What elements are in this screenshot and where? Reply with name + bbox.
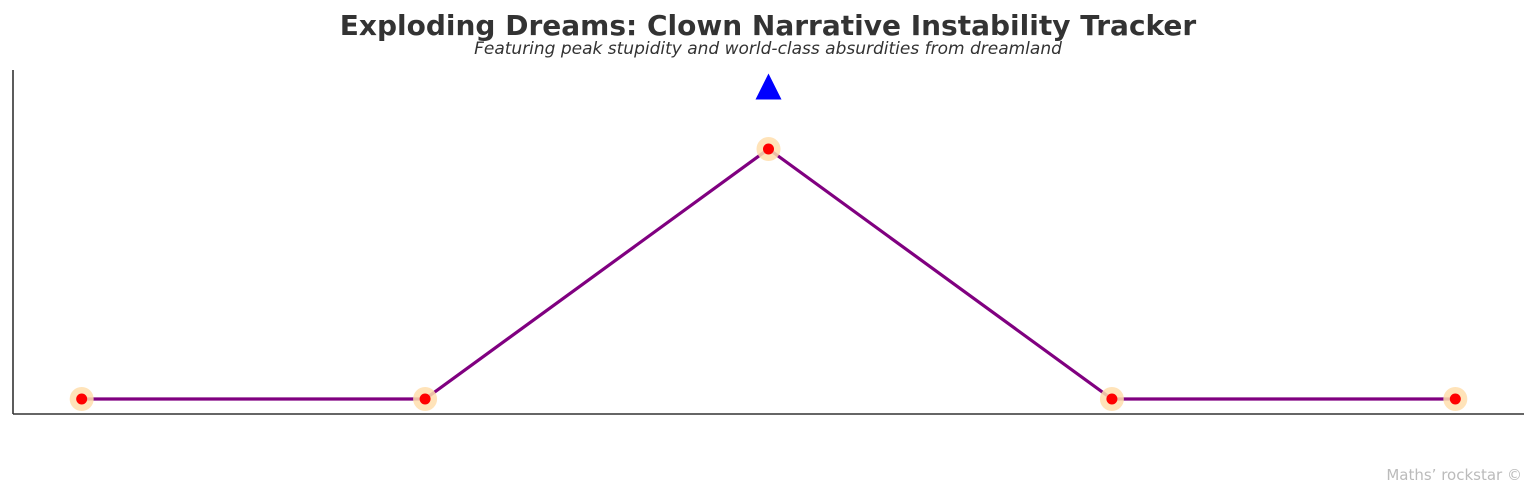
triangle-marker-icon <box>755 73 782 100</box>
chart-title: Exploding Dreams: Clown Narrative Instab… <box>340 9 1197 42</box>
data-point <box>76 393 88 405</box>
watermark: Maths’ rockstar © <box>1386 466 1522 484</box>
chart-container: Exploding Dreams: Clown Narrative Instab… <box>0 0 1536 495</box>
data-point <box>419 393 431 405</box>
series-line <box>81 147 1456 401</box>
data-point <box>763 143 774 155</box>
data-point <box>1449 393 1461 405</box>
chart-subtitle: Featuring peak stupidity and world-class… <box>474 39 1062 59</box>
line-chart: Exploding Dreams: Clown Narrative Instab… <box>12 9 1524 484</box>
data-point <box>1106 393 1118 405</box>
